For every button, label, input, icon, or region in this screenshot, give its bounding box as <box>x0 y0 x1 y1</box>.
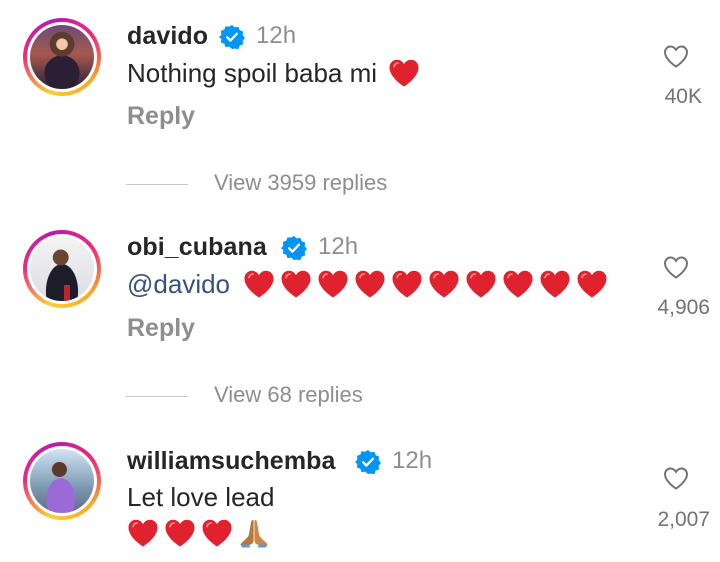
red-heart-emoji <box>465 269 497 299</box>
comment-username[interactable]: obi_cubana <box>127 233 267 262</box>
red-heart-emoji <box>502 269 534 299</box>
reply-button[interactable]: Reply <box>127 102 195 131</box>
red-heart-emoji <box>201 518 233 548</box>
red-heart-emoji <box>354 269 386 299</box>
view-replies-label[interactable]: View 3959 replies <box>214 170 387 196</box>
comment-username[interactable]: davido <box>127 22 208 51</box>
verified-badge-icon <box>355 449 381 475</box>
red-heart-emoji <box>243 269 275 299</box>
divider-line <box>126 396 188 397</box>
red-heart-emoji <box>539 269 571 299</box>
comment-timestamp: 12h <box>318 233 359 260</box>
heart-outline-icon[interactable] <box>663 44 689 68</box>
red-heart-emoji <box>317 269 349 299</box>
comment-text: Nothing spoil baba mi <box>127 58 425 90</box>
heart-outline-icon[interactable] <box>663 466 689 490</box>
heart-outline-icon[interactable] <box>663 255 689 279</box>
divider-line <box>126 184 188 185</box>
red-heart-emoji <box>127 518 159 548</box>
folded-hands-emoji <box>238 517 270 549</box>
reply-button[interactable]: Reply <box>127 314 195 343</box>
red-heart-emoji <box>391 269 423 299</box>
comment-timestamp: 12h <box>256 22 297 49</box>
red-heart-emoji <box>280 269 312 299</box>
comment-text-content: Nothing spoil baba mi <box>127 58 378 88</box>
avatar[interactable] <box>23 18 101 96</box>
comment-timestamp: 12h <box>392 447 433 474</box>
verified-badge-icon <box>281 235 307 261</box>
emoji-group <box>243 267 613 297</box>
red-heart-emoji <box>576 269 608 299</box>
comment-text: Let love lead <box>127 482 275 512</box>
red-heart-emoji <box>428 269 460 299</box>
like-count: 40K <box>664 85 702 108</box>
red-heart-emoji <box>164 518 196 548</box>
avatar[interactable] <box>23 442 101 520</box>
comment-text: @davido <box>127 269 613 301</box>
like-count: 2,007 <box>657 508 710 531</box>
emoji-group <box>127 517 270 549</box>
red-heart-emoji <box>388 58 420 88</box>
like-count: 4,906 <box>657 296 710 319</box>
comment-username[interactable]: williamsuchemba <box>127 447 336 476</box>
mention-link[interactable]: @davido <box>127 269 230 299</box>
view-replies-label[interactable]: View 68 replies <box>214 382 363 408</box>
verified-badge-icon <box>219 24 245 50</box>
avatar[interactable] <box>23 230 101 308</box>
